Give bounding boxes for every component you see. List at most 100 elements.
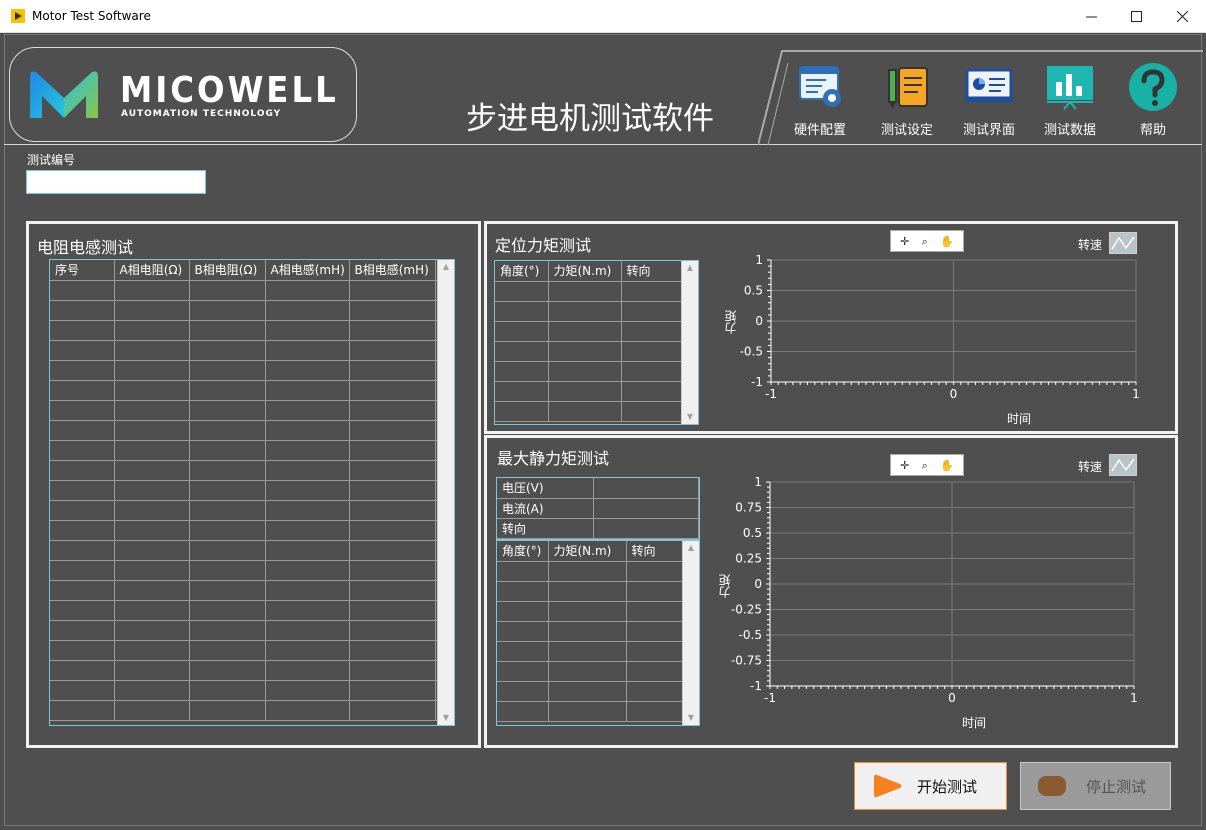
table-cell[interactable] [114,660,190,681]
table-cell[interactable] [189,440,266,461]
table-cell[interactable] [114,340,190,361]
table-cell[interactable] [114,280,190,301]
table-cell[interactable] [189,380,266,401]
table-cell[interactable] [189,280,266,301]
toolbar-test-ui[interactable]: 测试界面 [953,64,1025,140]
table-cell[interactable] [548,681,627,702]
voltage-value[interactable] [593,478,699,499]
table-cell[interactable] [50,540,115,561]
table-cell[interactable] [548,361,622,382]
table-row[interactable] [50,280,454,301]
table-scrollbar[interactable]: ▲ ▼ [682,541,699,725]
table-cell[interactable] [189,660,266,681]
table-cell[interactable] [495,301,549,322]
table-row[interactable] [497,701,699,722]
table-cell[interactable] [189,360,266,381]
table-cell[interactable] [349,700,436,721]
table-cell[interactable] [114,440,190,461]
table-cell[interactable] [349,600,436,621]
table-cell[interactable] [265,320,350,341]
table-cell[interactable] [50,480,115,501]
table-cell[interactable] [349,480,436,501]
resistance-table[interactable]: 序号 A相电阻(Ω) B相电阻(Ω) A相电感(mH) B相电感(mH) ▲ ▼ [49,259,455,726]
table-cell[interactable] [265,560,350,581]
table-cell[interactable] [265,280,350,301]
table-row[interactable] [495,341,698,362]
table-cell[interactable] [548,641,627,662]
toolbar-hardware-config[interactable]: 硬件配置 [784,64,856,140]
table-cell[interactable] [265,700,350,721]
table-cell[interactable] [189,400,266,421]
scroll-down-icon[interactable]: ▼ [683,711,699,725]
table-cell[interactable] [50,600,115,621]
table-cell[interactable] [626,581,683,602]
table-row[interactable] [50,480,454,501]
table-cell[interactable] [114,580,190,601]
table-cell[interactable] [497,581,549,602]
table-cell[interactable] [114,600,190,621]
table-cell[interactable] [114,380,190,401]
graph-tools-palette[interactable]: ✛ ⌕ ✋ [890,230,964,252]
table-cell[interactable] [265,460,350,481]
table-cell[interactable] [349,300,436,321]
table-cell[interactable] [349,660,436,681]
table-cell[interactable] [50,580,115,601]
table-cell[interactable] [189,460,266,481]
table-cell[interactable] [265,300,350,321]
table-cell[interactable] [189,580,266,601]
table-cell[interactable] [349,280,436,301]
table-cell[interactable] [548,281,622,302]
table-row[interactable] [50,500,454,521]
table-row[interactable] [50,680,454,701]
table-row[interactable] [50,380,454,401]
table-cell[interactable] [349,560,436,581]
table-row[interactable] [50,360,454,381]
table-cell[interactable] [50,500,115,521]
table-cell[interactable] [626,561,683,582]
column-header[interactable]: 序号 [50,260,115,281]
table-cell[interactable] [189,520,266,541]
table-cell[interactable] [349,380,436,401]
table-cell[interactable] [349,540,436,561]
table-cell[interactable] [349,420,436,441]
table-cell[interactable] [497,601,549,622]
table-cell[interactable] [189,300,266,321]
table-row[interactable] [50,640,454,661]
table-row[interactable] [497,561,699,582]
table-cell[interactable] [349,460,436,481]
scroll-up-icon[interactable]: ▲ [438,260,454,274]
table-cell[interactable] [114,460,190,481]
table-cell[interactable] [114,500,190,521]
table-cell[interactable] [621,381,683,402]
table-scrollbar[interactable]: ▲ ▼ [437,260,454,725]
toolbar-test-data[interactable]: 测试数据 [1034,64,1106,140]
table-cell[interactable] [189,320,266,341]
table-row[interactable] [50,560,454,581]
table-row[interactable] [495,361,698,382]
table-cell[interactable] [349,500,436,521]
table-cell[interactable] [189,420,266,441]
table-cell[interactable] [621,321,683,342]
table-row[interactable] [50,440,454,461]
minimize-button[interactable] [1068,0,1114,33]
table-cell[interactable] [50,660,115,681]
table-cell[interactable] [548,301,622,322]
column-header[interactable]: B相电感(mH) [349,260,436,281]
stop-test-button[interactable]: 停止测试 [1020,762,1171,810]
table-cell[interactable] [548,601,627,622]
table-cell[interactable] [189,680,266,701]
table-cell[interactable] [114,560,190,581]
table-cell[interactable] [50,300,115,321]
table-cell[interactable] [495,341,549,362]
column-header[interactable]: 力矩(N.m) [548,541,627,562]
table-row[interactable] [50,540,454,561]
table-cell[interactable] [114,420,190,441]
table-cell[interactable] [114,400,190,421]
table-cell[interactable] [349,400,436,421]
table-cell[interactable] [265,360,350,381]
table-cell[interactable] [265,600,350,621]
scroll-up-icon[interactable]: ▲ [683,541,699,555]
table-cell[interactable] [50,520,115,541]
table-row[interactable] [497,621,699,642]
table-cell[interactable] [626,641,683,662]
